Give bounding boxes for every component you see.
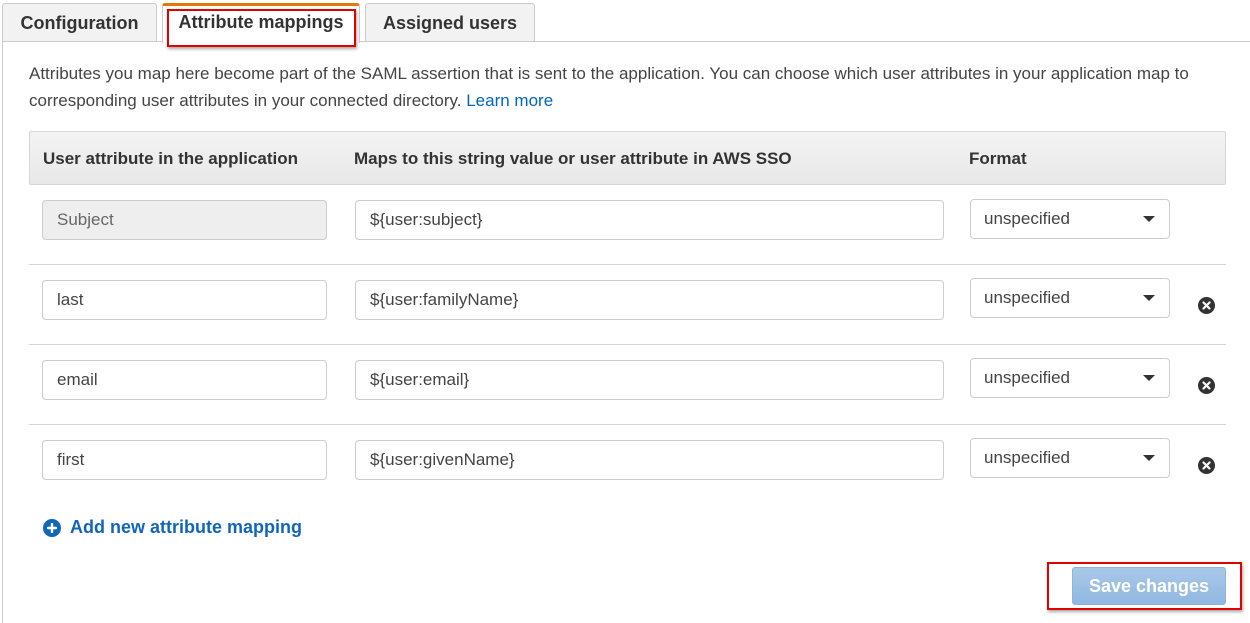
description: Attributes you map here become part of t… xyxy=(29,60,1229,114)
format-select-value: unspecified xyxy=(984,368,1071,387)
close-circle-icon xyxy=(1202,381,1211,390)
header-format: Format xyxy=(969,149,1027,168)
tab-assigned-users[interactable]: Assigned users xyxy=(365,3,535,42)
tab-bar: Configuration Attribute mappings Assigne… xyxy=(0,0,1250,43)
app-attribute-input[interactable]: email xyxy=(42,360,327,400)
caret-down-icon xyxy=(1143,375,1155,381)
format-select-value: unspecified xyxy=(984,288,1071,307)
mapping-row: email ${user:email} unspecified xyxy=(29,345,1226,425)
mapping-value-input[interactable]: ${user:subject} xyxy=(355,200,944,240)
close-circle-icon xyxy=(1202,461,1211,470)
format-select-value: unspecified xyxy=(984,209,1071,228)
app-attribute-input: Subject xyxy=(42,200,327,240)
mapping-value-input[interactable]: ${user:familyName} xyxy=(355,280,944,320)
close-circle-icon xyxy=(1202,301,1211,310)
add-attribute-mapping-label: Add new attribute mapping xyxy=(70,517,302,537)
mapping-row: first ${user:givenName} unspecified xyxy=(29,425,1226,505)
format-select[interactable]: unspecified xyxy=(970,278,1170,318)
header-mapping: Maps to this string value or user attrib… xyxy=(354,149,792,168)
mapping-value-input[interactable]: ${user:givenName} xyxy=(355,440,944,480)
remove-mapping-button[interactable] xyxy=(1198,377,1215,394)
app-attribute-input[interactable]: last xyxy=(42,280,327,320)
remove-mapping-button[interactable] xyxy=(1198,457,1215,474)
caret-down-icon xyxy=(1143,216,1155,222)
remove-mapping-button[interactable] xyxy=(1198,297,1215,314)
header-app-attribute: User attribute in the application xyxy=(43,149,299,168)
plus-circle-icon xyxy=(43,518,61,537)
mapping-value-input[interactable]: ${user:email} xyxy=(355,360,944,400)
panel-border xyxy=(2,41,3,623)
format-select[interactable]: unspecified xyxy=(970,358,1170,398)
caret-down-icon xyxy=(1143,295,1155,301)
format-select-value: unspecified xyxy=(984,448,1071,467)
mapping-row: Subject ${user:subject} unspecified xyxy=(29,185,1226,265)
tab-configuration[interactable]: Configuration xyxy=(2,3,157,42)
format-select[interactable]: unspecified xyxy=(970,438,1170,478)
save-changes-button[interactable]: Save changes xyxy=(1072,567,1226,605)
learn-more-link[interactable]: Learn more xyxy=(466,91,553,110)
tab-attribute-mappings[interactable]: Attribute mappings xyxy=(162,3,360,43)
mappings-table-header: User attribute in the application Maps t… xyxy=(29,131,1226,185)
caret-down-icon xyxy=(1143,455,1155,461)
add-attribute-mapping-link[interactable]: Add new attribute mapping xyxy=(43,517,302,538)
format-select[interactable]: unspecified xyxy=(970,199,1170,239)
description-text: Attributes you map here become part of t… xyxy=(29,64,1189,110)
app-attribute-input[interactable]: first xyxy=(42,440,327,480)
mapping-row: last ${user:familyName} unspecified xyxy=(29,265,1226,345)
